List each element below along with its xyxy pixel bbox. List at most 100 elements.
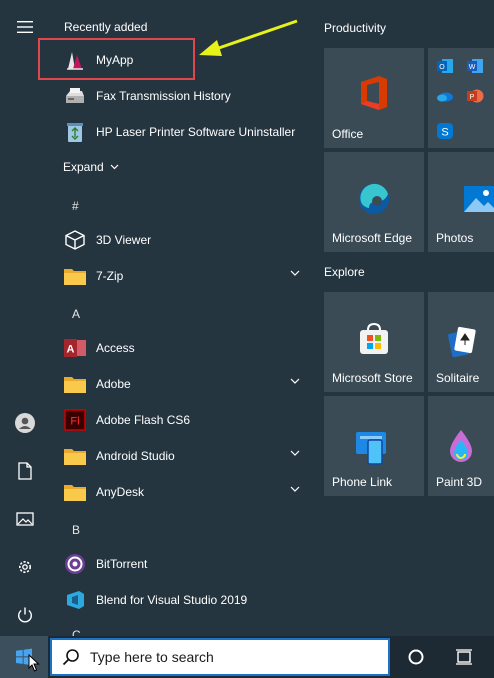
- search-placeholder: Type here to search: [90, 649, 214, 665]
- powerpoint-icon: P: [467, 89, 484, 103]
- mouse-cursor-icon: [28, 654, 40, 672]
- cortana-circle-icon: [408, 649, 424, 665]
- app-item-label: HP Laser Printer Software Uninstaller: [96, 125, 296, 139]
- svg-text:P: P: [470, 94, 475, 101]
- app-item-label: Adobe Flash CS6: [96, 413, 191, 427]
- access-icon: A: [63, 336, 87, 360]
- chevron-down-icon: [290, 450, 300, 456]
- expand-button[interactable]: Expand: [63, 160, 119, 174]
- app-item-label: BitTorrent: [96, 557, 148, 571]
- group-title-productivity[interactable]: Productivity: [324, 21, 386, 35]
- app-item-hp-laser-uninstaller[interactable]: HP Laser Printer Software Uninstaller: [50, 114, 312, 150]
- phone-link-icon: [324, 430, 424, 466]
- hamburger-icon: [17, 21, 33, 33]
- app-item-access[interactable]: A Access: [50, 330, 312, 366]
- letter-header-hash[interactable]: #: [72, 199, 79, 213]
- recycle-icon: [63, 120, 87, 144]
- letter-header-c[interactable]: C: [72, 628, 81, 636]
- svg-text:O: O: [439, 64, 445, 71]
- folder-icon: [63, 264, 87, 288]
- chevron-down-icon: [290, 270, 300, 276]
- start-rail: [0, 0, 50, 636]
- tile-office-apps-group[interactable]: O W P S: [428, 48, 494, 148]
- tile-solitaire[interactable]: Solitaire: [428, 292, 494, 392]
- documents-button[interactable]: [0, 448, 50, 494]
- tile-phone-link[interactable]: Phone Link: [324, 396, 424, 496]
- app-item-blend-vs-2019[interactable]: Blend for Visual Studio 2019: [50, 582, 312, 618]
- tiles-panel: Productivity Office O W P S Microsoft Ed…: [312, 0, 494, 636]
- document-icon: [18, 462, 32, 480]
- chevron-down-icon: [290, 486, 300, 492]
- tile-office[interactable]: Office: [324, 48, 424, 148]
- office-icon: [324, 74, 424, 112]
- app-item-label: Android Studio: [96, 449, 175, 463]
- expand-label: Expand: [63, 160, 104, 174]
- flash-icon: Fl: [63, 408, 87, 432]
- fax-icon: [63, 84, 87, 108]
- app-list: Recently added MyApp Fax Transmission Hi…: [50, 0, 312, 636]
- app-item-3d-viewer[interactable]: 3D Viewer: [50, 222, 312, 258]
- app-item-label: AnyDesk: [96, 485, 145, 499]
- chevron-down-icon: [110, 164, 119, 170]
- tile-microsoft-store[interactable]: Microsoft Store: [324, 292, 424, 392]
- folder-icon: [63, 372, 87, 396]
- picture-icon: [16, 512, 34, 526]
- svg-text:Fl: Fl: [70, 416, 79, 428]
- svg-text:W: W: [469, 64, 476, 71]
- app-item-label: 3D Viewer: [96, 233, 152, 247]
- power-button[interactable]: [0, 592, 50, 638]
- chevron-down-icon: [290, 378, 300, 384]
- store-icon: [324, 322, 424, 356]
- app-item-label: 7-Zip: [96, 269, 124, 283]
- app-item-7zip[interactable]: 7-Zip: [50, 258, 312, 294]
- app-item-label: Adobe: [96, 377, 131, 391]
- pictures-button[interactable]: [0, 496, 50, 542]
- tile-label: Photos: [436, 231, 474, 245]
- taskbar-search-box[interactable]: Type here to search: [50, 638, 390, 676]
- search-icon: [62, 649, 79, 666]
- annotation-highlight-box: [38, 38, 195, 80]
- user-account-button[interactable]: [0, 400, 50, 446]
- solitaire-icon: [428, 326, 494, 358]
- app-item-adobe[interactable]: Adobe: [50, 366, 312, 402]
- app-item-bittorrent[interactable]: BitTorrent: [50, 546, 312, 582]
- paint3d-icon: [428, 428, 494, 464]
- svg-text:S: S: [441, 127, 448, 139]
- tile-microsoft-edge[interactable]: Microsoft Edge: [324, 152, 424, 252]
- svg-text:A: A: [67, 344, 75, 356]
- folder-icon: [63, 480, 87, 504]
- recently-added-title: Recently added: [64, 20, 148, 34]
- folder-icon: [63, 444, 87, 468]
- photos-icon: [428, 184, 494, 214]
- group-title-explore[interactable]: Explore: [324, 265, 365, 279]
- task-view-icon: [456, 649, 472, 665]
- word-icon: W: [467, 59, 483, 73]
- app-item-label: Blend for Visual Studio 2019: [96, 593, 248, 607]
- bittorrent-icon: [63, 552, 87, 576]
- app-item-anydesk[interactable]: AnyDesk: [50, 474, 312, 510]
- blend-icon: [63, 588, 87, 612]
- tile-label: Phone Link: [332, 475, 393, 489]
- annotation-arrow-icon: [199, 19, 298, 56]
- app-item-android-studio[interactable]: Android Studio: [50, 438, 312, 474]
- task-view-button[interactable]: [452, 645, 476, 669]
- tile-label: Paint 3D: [436, 475, 483, 489]
- tile-label: Microsoft Edge: [332, 231, 413, 245]
- start-button[interactable]: [0, 636, 48, 678]
- app-item-fax-transmission-history[interactable]: Fax Transmission History: [50, 78, 312, 114]
- outlook-icon: O: [437, 59, 453, 73]
- app-item-label: Fax Transmission History: [96, 89, 231, 103]
- tile-label: Microsoft Store: [332, 371, 413, 385]
- tile-label: Solitaire: [436, 371, 480, 385]
- user-avatar-icon: [15, 413, 35, 433]
- gear-icon: [19, 561, 31, 573]
- settings-button[interactable]: [0, 544, 50, 590]
- app-item-adobe-flash-cs6[interactable]: Fl Adobe Flash CS6: [50, 402, 312, 438]
- power-icon: [18, 607, 32, 623]
- letter-header-b[interactable]: B: [72, 523, 80, 537]
- tile-photos[interactable]: Photos: [428, 152, 494, 252]
- letter-header-a[interactable]: A: [72, 307, 80, 321]
- tile-paint-3d[interactable]: Paint 3D: [428, 396, 494, 496]
- cortana-button[interactable]: [404, 645, 428, 669]
- onedrive-icon: [437, 92, 453, 102]
